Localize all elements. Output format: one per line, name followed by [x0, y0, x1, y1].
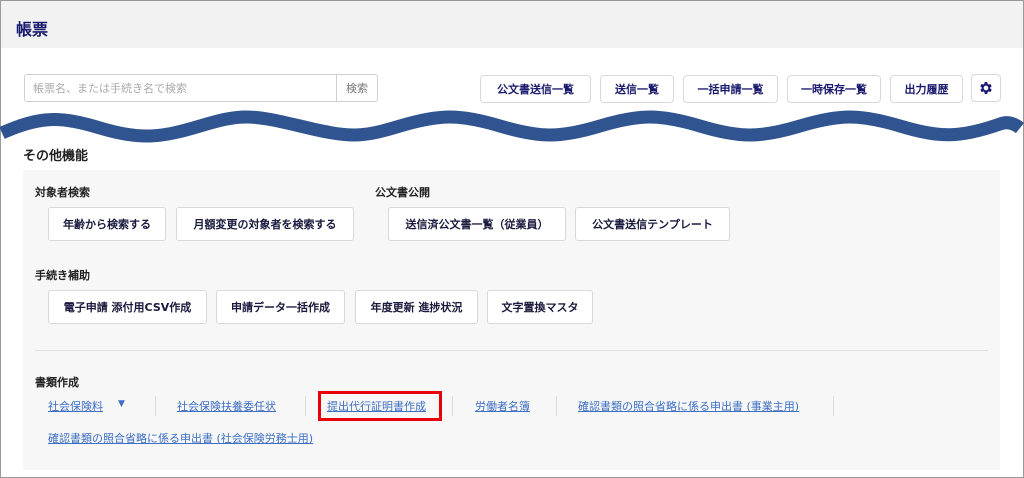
- worker-roster-link[interactable]: 労働者名簿: [475, 398, 530, 414]
- public-doc-template-button[interactable]: 公文書送信テンプレート: [575, 207, 730, 241]
- procedure-help-label: 手続き補助: [35, 269, 90, 282]
- temp-save-list-button[interactable]: 一時保存一覧: [787, 75, 881, 103]
- separator: [556, 396, 557, 416]
- char-replace-master-button[interactable]: 文字置換マスタ: [487, 290, 593, 324]
- separator: [452, 396, 453, 416]
- output-history-button[interactable]: 出力履歴: [890, 75, 963, 103]
- settings-button[interactable]: [971, 74, 1001, 102]
- target-search-label: 対象者検索: [35, 186, 90, 199]
- search-monthly-change-button[interactable]: 月額変更の対象者を検索する: [176, 207, 354, 241]
- verification-omission-employer-link[interactable]: 確認書類の照合省略に係る申出書 (事業主用): [578, 398, 799, 414]
- separator: [305, 396, 306, 416]
- page-title: 帳票: [16, 20, 49, 39]
- sent-public-docs-button[interactable]: 送信済公文書一覧（従業員）: [388, 207, 566, 241]
- caret-down-icon[interactable]: ▼: [118, 399, 125, 409]
- social-insurance-dropdown-link[interactable]: 社会保険料: [48, 398, 103, 414]
- search-box: 検索: [24, 74, 378, 102]
- page-header: 帳票: [1, 1, 1023, 48]
- annual-update-progress-button[interactable]: 年度更新 進捗状況: [355, 290, 478, 324]
- bulk-application-list-button[interactable]: 一括申請一覧: [683, 75, 778, 103]
- search-input[interactable]: [25, 75, 336, 101]
- verification-omission-sharoushi-link[interactable]: 確認書類の照合省略に係る申出書 (社会保険労務士用): [48, 430, 313, 446]
- documents-label: 書類作成: [35, 376, 79, 389]
- public-doc-send-list-button[interactable]: 公文書送信一覧: [480, 75, 591, 103]
- gear-icon: [980, 82, 992, 94]
- search-button[interactable]: 検索: [336, 75, 377, 101]
- separator: [833, 396, 834, 416]
- csv-create-button[interactable]: 電子申請 添付用CSV作成: [48, 290, 207, 324]
- section-title: その他機能: [23, 149, 89, 164]
- divider: [35, 350, 988, 351]
- bulk-data-create-button[interactable]: 申請データ一括作成: [216, 290, 345, 324]
- wave-divider: [0, 110, 1024, 143]
- search-by-age-button[interactable]: 年齢から検索する: [48, 207, 166, 241]
- send-list-button[interactable]: 送信一覧: [600, 75, 674, 103]
- separator: [155, 396, 156, 416]
- dependent-delegation-link[interactable]: 社会保険扶養委任状: [177, 398, 276, 414]
- highlight-box: [318, 391, 442, 421]
- public-docs-label: 公文書公開: [375, 186, 430, 199]
